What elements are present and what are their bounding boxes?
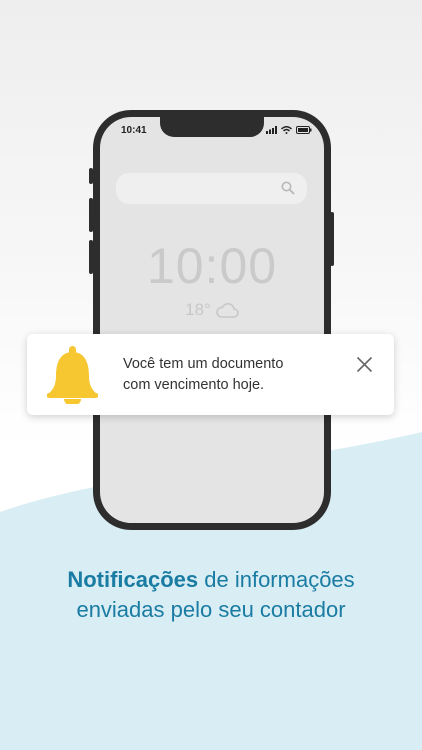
notification-card[interactable]: Você tem um documento com vencimento hoj… [27, 334, 394, 415]
status-icons [266, 126, 312, 134]
phone-search-bar [116, 173, 307, 204]
phone-notch [160, 117, 264, 137]
notification-message-line: Você tem um documento [123, 356, 284, 372]
caption-line: enviadas pelo seu contador [76, 597, 346, 622]
wifi-icon [281, 126, 292, 134]
bell-icon [47, 346, 98, 404]
lockscreen-weather: 18° [100, 300, 324, 320]
lockscreen-clock: 10:00 [146, 238, 278, 294]
search-icon [281, 181, 295, 195]
caption-text: de informações [198, 567, 355, 592]
phone-mockup: 10:41 10:00 18° [93, 110, 331, 530]
notification-message-line: com vencimento hoje. [123, 377, 265, 393]
temperature: 18° [185, 300, 211, 319]
caption-highlight: Notificações [67, 567, 199, 592]
notification-message: Você tem um documento com vencimento hoj… [123, 354, 343, 396]
caption-line: Notificações de informações [0, 565, 422, 595]
battery-icon [296, 126, 312, 134]
signal-icon [266, 126, 277, 134]
close-icon[interactable] [356, 356, 373, 373]
phone-screen: 10:41 10:00 18° [100, 117, 324, 523]
feature-caption: Notificações de informações enviadas pel… [0, 565, 422, 625]
cloud-icon [216, 303, 239, 318]
status-time: 10:41 [121, 125, 147, 136]
